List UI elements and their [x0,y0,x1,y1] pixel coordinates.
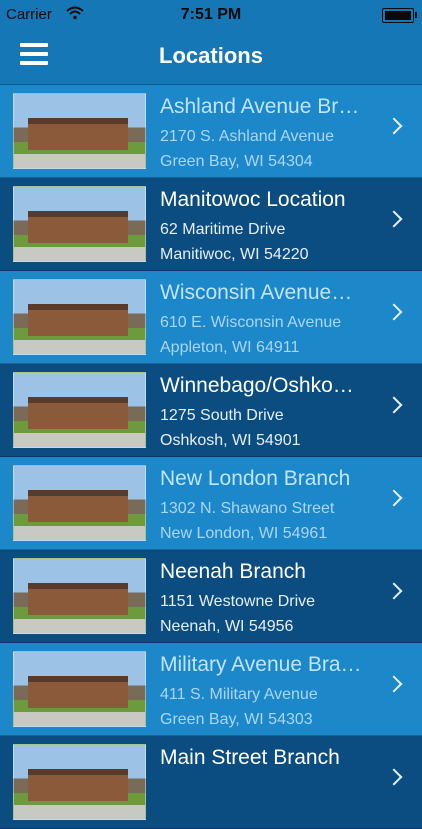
chevron-right-icon [385,582,403,600]
branch-photo [13,186,146,262]
branch-photo [13,651,146,727]
location-address-line2: Green Bay, WI 54303 [160,711,313,728]
branch-photo [13,279,146,355]
location-row[interactable]: Wisconsin Avenue… 610 E. Wisconsin Avenu… [0,271,422,364]
locations-list: Ashland Avenue Br… 2170 S. Ashland Avenu… [0,85,422,829]
location-address-line1: 610 E. Wisconsin Avenue [160,314,342,331]
branch-photo [13,558,146,634]
location-row[interactable]: Military Avenue Bra… 411 S. Military Ave… [0,643,422,736]
location-address-line1: 1275 South Drive [160,407,284,424]
branch-photo [13,744,146,820]
chevron-right-icon [385,210,403,228]
location-name: Wisconsin Avenue… [160,281,353,304]
location-address-line2: Neenah, WI 54956 [160,618,294,635]
branch-photo [13,465,146,541]
chevron-right-icon [385,396,403,414]
location-address-line1: 2170 S. Ashland Avenue [160,128,335,145]
status-time: 7:51 PM [180,6,242,23]
location-address-line2: Oshkosh, WI 54901 [160,432,301,449]
location-name: Ashland Avenue Br… [160,95,360,118]
location-address-line2: Appleton, WI 64911 [160,339,300,356]
branch-photo [13,93,146,169]
location-name: Neenah Branch [160,560,306,583]
page-title: Locations [159,43,263,68]
location-row[interactable]: Ashland Avenue Br… 2170 S. Ashland Avenu… [0,85,422,178]
navigation-bar: Locations [0,30,422,85]
location-address-line1: 62 Maritime Drive [160,221,286,238]
battery-icon [382,8,417,23]
location-address-line2: New London, WI 54961 [160,525,328,542]
location-name: Military Avenue Bra… [160,653,362,676]
location-name: Winnebago/Oshko… [160,374,354,397]
location-address-line2: Manitiwoc, WI 54220 [160,246,309,263]
location-address-line1: 1151 Westowne Drive [160,593,316,610]
location-row[interactable]: Neenah Branch 1151 Westowne Drive Neenah… [0,550,422,643]
chevron-right-icon [385,117,403,135]
status-bar: Carrier 7:51 PM [0,0,422,30]
chevron-right-icon [385,489,403,507]
location-row[interactable]: Winnebago/Oshko… 1275 South Drive Oshkos… [0,364,422,457]
chevron-right-icon [385,768,403,786]
location-address-line1: 411 S. Military Avenue [160,686,318,703]
location-row[interactable]: Manitowoc Location 62 Maritime Drive Man… [0,178,422,271]
branch-photo [13,372,146,448]
location-name: Manitowoc Location [160,188,346,211]
chevron-right-icon [385,675,403,693]
location-name: New London Branch [160,467,351,490]
location-address-line2: Green Bay, WI 54304 [160,153,313,170]
location-row[interactable]: New London Branch 1302 N. Shawano Street… [0,457,422,550]
location-address-line1: 1302 N. Shawano Street [160,500,335,517]
chevron-right-icon [385,303,403,321]
